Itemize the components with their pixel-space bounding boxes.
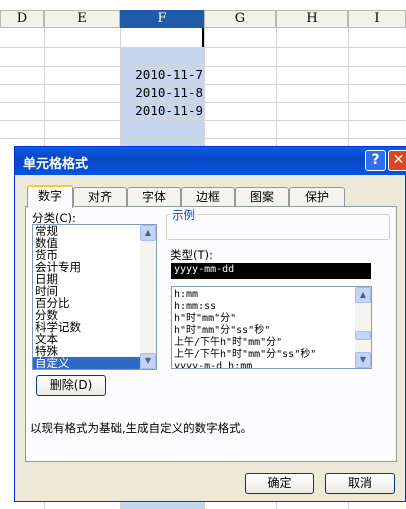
type-label: 类型(T):	[170, 248, 213, 262]
active-cell[interactable]	[120, 28, 204, 47]
number-tab-panel: 分类(C): 常规 数值 货币 会计专用 日期 时间 百分比 分数 科学记数 文…	[25, 206, 397, 462]
sample-box	[166, 214, 390, 240]
format-cells-dialog: 单元格格式 ? ✕ 数字 对齐 字体 边框 图案 保护 分类(C): 常规 数值…	[14, 146, 406, 502]
delete-button[interactable]: 删除(D)	[36, 375, 106, 396]
type-scrollbar[interactable]: ▲ ▼	[355, 287, 371, 368]
type-list[interactable]: h:mm h:mm:ss h"时"mm"分" h"时"mm"分"ss"秒" 上午…	[171, 286, 372, 369]
column-header-g[interactable]: G	[204, 10, 276, 28]
column-header-f[interactable]: F	[120, 10, 204, 28]
type-item[interactable]: h:mm	[172, 287, 371, 301]
tab-alignment[interactable]: 对齐	[73, 187, 127, 207]
scroll-up-icon[interactable]: ▲	[355, 287, 371, 303]
category-scrollbar[interactable]: ▲ ▼	[140, 225, 156, 369]
grid-line	[0, 47, 406, 48]
scroll-down-icon[interactable]: ▼	[355, 352, 371, 368]
category-item-selected[interactable]: 自定义	[33, 357, 156, 369]
category-list[interactable]: 常规 数值 货币 会计专用 日期 时间 百分比 分数 科学记数 文本 特殊 自定…	[32, 224, 157, 370]
dialog-title-bar[interactable]: 单元格格式 ? ✕	[15, 147, 406, 175]
tab-border[interactable]: 边框	[181, 187, 235, 207]
tab-protection[interactable]: 保护	[289, 187, 345, 207]
ok-button[interactable]: 确定	[245, 473, 314, 494]
dialog-title: 单元格格式	[23, 157, 89, 172]
cell-f6[interactable]: 2010-11-9	[121, 102, 203, 120]
grid-line	[0, 84, 406, 85]
grid-line	[0, 66, 406, 67]
description-text: 以现有格式为基础,生成自定义的数字格式。	[30, 421, 253, 435]
column-header-e[interactable]: E	[44, 10, 120, 28]
cell-f4[interactable]: 2010-11-7	[121, 66, 203, 84]
grid-line	[0, 138, 406, 139]
grid-line	[0, 120, 406, 121]
type-item[interactable]: 上午/下午h"时"mm"分"	[172, 337, 371, 349]
scroll-up-icon[interactable]: ▲	[140, 225, 156, 241]
scroll-thumb[interactable]	[355, 331, 371, 340]
tab-patterns[interactable]: 图案	[235, 187, 289, 207]
column-header-d[interactable]: D	[0, 10, 44, 28]
column-header-i[interactable]: I	[348, 10, 406, 28]
close-icon[interactable]: ✕	[388, 150, 406, 171]
help-icon[interactable]: ?	[365, 150, 386, 171]
cancel-button[interactable]: 取消	[325, 473, 395, 494]
type-item[interactable]: h"时"mm"分"ss"秒"	[172, 325, 371, 337]
sample-label: 示例	[170, 207, 197, 223]
type-item[interactable]: 上午/下午h"时"mm"分"ss"秒"	[172, 349, 371, 361]
cell-f5[interactable]: 2010-11-8	[121, 84, 203, 102]
tab-font[interactable]: 字体	[127, 187, 181, 207]
type-item[interactable]: h:mm:ss	[172, 301, 371, 313]
type-input[interactable]: yyyy-mm-dd	[171, 263, 371, 279]
grid-line	[0, 102, 406, 103]
scroll-down-icon[interactable]: ▼	[140, 353, 156, 369]
type-item[interactable]: h"时"mm"分"	[172, 313, 371, 325]
type-item[interactable]: yyyy-m-d h:mm	[172, 361, 371, 368]
column-header-h[interactable]: H	[276, 10, 348, 28]
tab-number[interactable]: 数字	[27, 185, 73, 208]
